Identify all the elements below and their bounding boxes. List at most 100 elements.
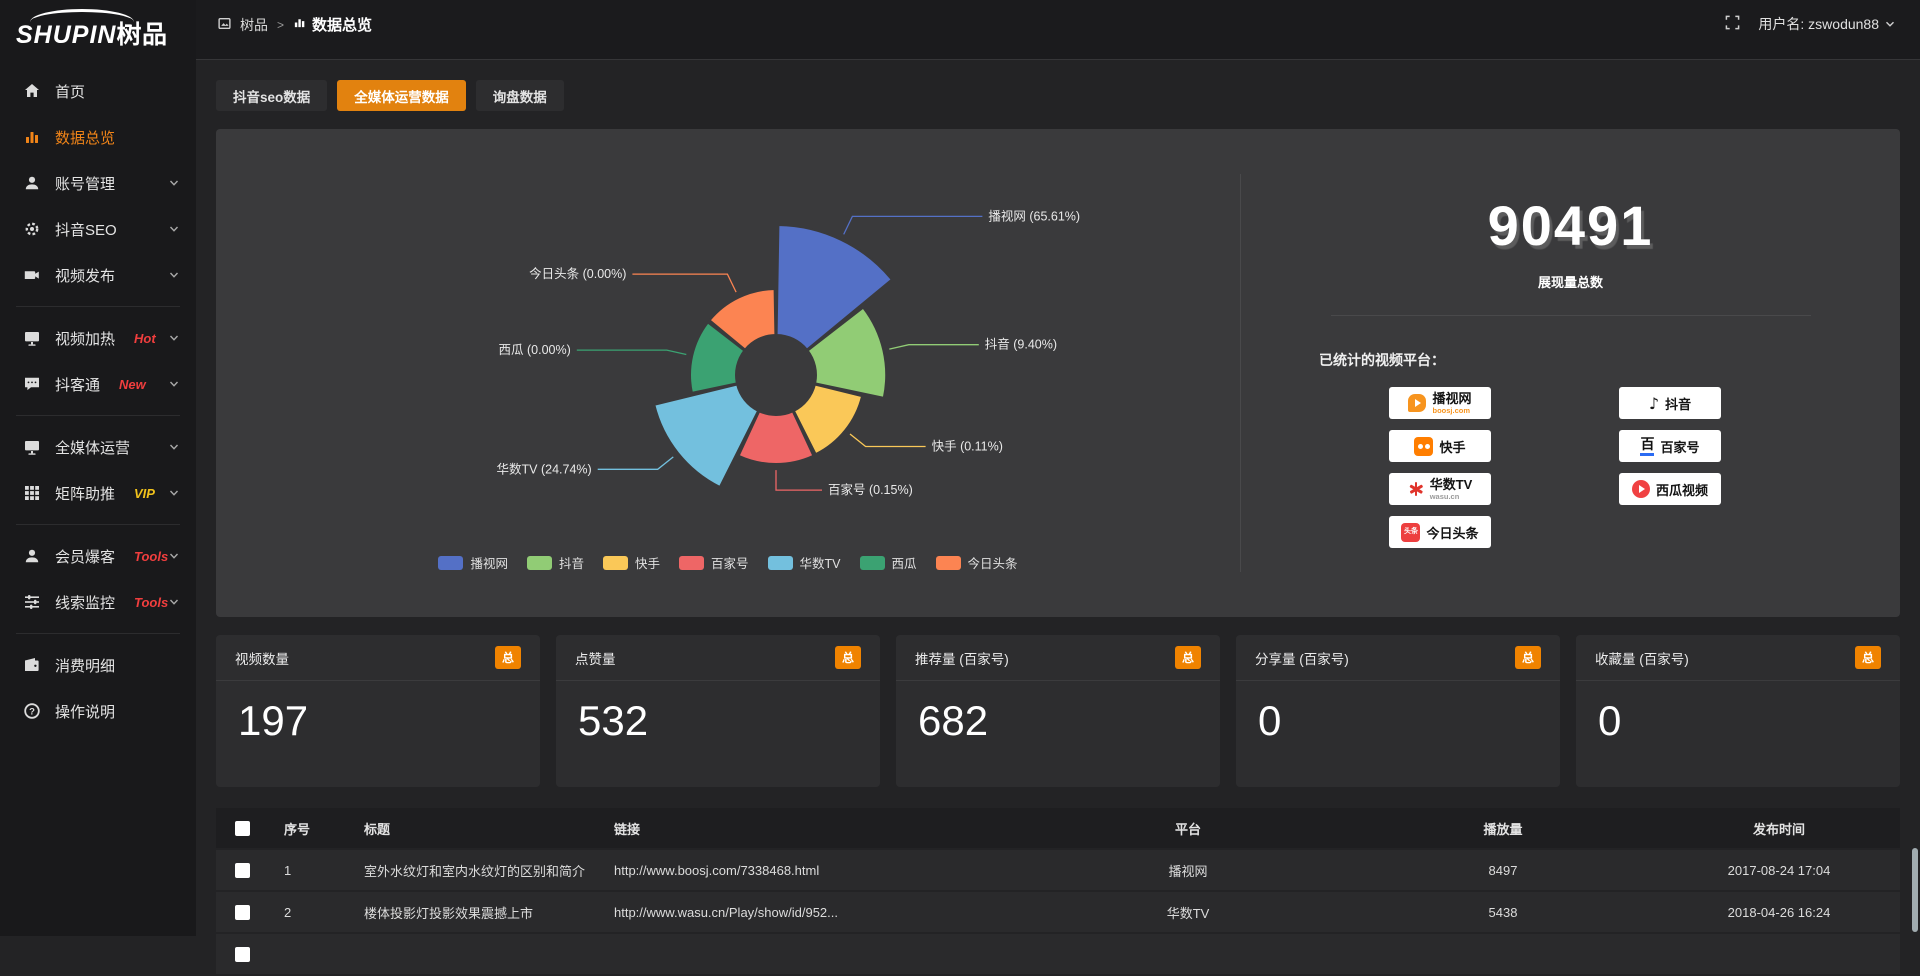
pie-slice-4[interactable] bbox=[654, 385, 758, 488]
tab-media-operation-data[interactable]: 全媒体运营数据 bbox=[337, 80, 466, 111]
breadcrumb-current-label: 数据总览 bbox=[312, 14, 372, 35]
pie-label-line-5 bbox=[577, 350, 687, 354]
sidebar-item-label: 视频发布 bbox=[55, 265, 115, 286]
grid-icon bbox=[22, 483, 42, 503]
sidebar-item-member-baoke[interactable]: 会员爆客Tools bbox=[0, 533, 196, 579]
tab-douyin-seo-data[interactable]: 抖音seo数据 bbox=[216, 80, 327, 111]
wallet-icon bbox=[22, 655, 42, 675]
question-icon: ? bbox=[22, 701, 42, 721]
sidebar-item-data-overview[interactable]: 数据总览 bbox=[0, 114, 196, 160]
pie-label-line-4 bbox=[598, 457, 674, 469]
user-menu[interactable]: 用户名: zswodun88 bbox=[1758, 14, 1896, 34]
cell-link[interactable]: http://www.wasu.cn/Play/show/id/952... bbox=[598, 892, 1028, 932]
platform-badge-kuaishou[interactable]: 快手 bbox=[1389, 430, 1491, 462]
sidebar-badge-vip: VIP bbox=[134, 486, 155, 501]
scrollbar-thumb[interactable] bbox=[1912, 848, 1918, 932]
sidebar-item-video-heat[interactable]: 视频加热Hot bbox=[0, 315, 196, 361]
legend-item-3[interactable]: 百家号 bbox=[679, 553, 749, 572]
user-icon bbox=[22, 546, 42, 566]
platform-badge-toutiao[interactable]: 头条今日头条 bbox=[1389, 516, 1491, 548]
gear-icon bbox=[22, 219, 42, 239]
platform-name: 华数TV bbox=[1430, 478, 1473, 491]
platform-badge-column-right: ♪抖音百百家号西瓜视频 bbox=[1619, 387, 1721, 548]
total-badge[interactable]: 总 bbox=[1855, 646, 1881, 669]
cell-link[interactable]: http://www.boosj.com/7338468.html bbox=[598, 850, 1028, 890]
total-badge[interactable]: 总 bbox=[835, 646, 861, 669]
legend-item-0[interactable]: 播视网 bbox=[438, 553, 508, 572]
pie-label-4: 华数TV (24.74%) bbox=[497, 461, 592, 476]
stat-card-header: 分享量 (百家号)总 bbox=[1236, 635, 1560, 681]
legend-swatch bbox=[860, 556, 885, 570]
sidebar-item-label: 首页 bbox=[55, 81, 85, 102]
sidebar-item-manual[interactable]: ?操作说明 bbox=[0, 688, 196, 734]
breadcrumb: 树品 > 数据总览 bbox=[218, 14, 372, 35]
menu-divider bbox=[16, 524, 180, 525]
sidebar-item-matrix-boost[interactable]: 矩阵助推 VIP bbox=[0, 470, 196, 516]
select-all-checkbox-cell bbox=[216, 808, 268, 848]
breadcrumb-root[interactable]: 树品 bbox=[240, 15, 268, 35]
sidebar-item-douyin-seo[interactable]: 抖音SEO bbox=[0, 206, 196, 252]
total-badge[interactable]: 总 bbox=[1515, 646, 1541, 669]
legend-item-6[interactable]: 今日头条 bbox=[936, 553, 1018, 572]
row-checkbox[interactable] bbox=[235, 863, 250, 878]
sidebar-item-home[interactable]: 首页 bbox=[0, 68, 196, 114]
platform-name: 抖音 bbox=[1665, 394, 1691, 413]
sliders-icon bbox=[22, 592, 42, 612]
table-row-2: 2楼体投影灯投影效果震撼上市http://www.wasu.cn/Play/sh… bbox=[216, 892, 1900, 932]
legend-item-1[interactable]: 抖音 bbox=[527, 553, 584, 572]
legend-item-4[interactable]: 华数TV bbox=[768, 553, 841, 572]
sidebar-item-label: 会员爆客 bbox=[55, 546, 115, 567]
menu-divider bbox=[16, 306, 180, 307]
tab-bar: 抖音seo数据全媒体运营数据询盘数据 bbox=[216, 80, 1900, 111]
breadcrumb-separator: > bbox=[277, 18, 284, 32]
row-checkbox[interactable] bbox=[235, 947, 250, 962]
sidebar-item-video-publish[interactable]: 视频发布 bbox=[0, 252, 196, 298]
pie-label-line-3 bbox=[776, 470, 822, 490]
column-header-2: 链接 bbox=[598, 808, 1028, 848]
legend-label: 播视网 bbox=[470, 553, 508, 572]
platform-subtext: boosj.com bbox=[1432, 407, 1470, 415]
total-badge[interactable]: 总 bbox=[1175, 646, 1201, 669]
tab-inquiry-data[interactable]: 询盘数据 bbox=[476, 80, 564, 111]
sidebar-item-account-manage[interactable]: 账号管理 bbox=[0, 160, 196, 206]
sidebar-item-consume-detail[interactable]: 消费明细 bbox=[0, 642, 196, 688]
platform-badge-baijia[interactable]: 百百家号 bbox=[1619, 430, 1721, 462]
toutiao-logo-icon: 头条 bbox=[1401, 523, 1420, 542]
legend-item-5[interactable]: 西瓜 bbox=[860, 553, 917, 572]
menu-divider bbox=[16, 415, 180, 416]
column-header-0: 序号 bbox=[268, 808, 348, 848]
row-checkbox[interactable] bbox=[235, 905, 250, 920]
stat-card-value: 532 bbox=[556, 681, 880, 745]
pie-label-2: 快手 (0.11%) bbox=[932, 440, 1003, 454]
chevron-down-icon bbox=[1884, 18, 1896, 30]
total-badge[interactable]: 总 bbox=[495, 646, 521, 669]
chevron-down-icon bbox=[168, 332, 180, 344]
select-all-checkbox[interactable] bbox=[235, 821, 250, 836]
sidebar-item-doketong[interactable]: 抖客通New bbox=[0, 361, 196, 407]
sidebar: SHUPIN树品 首页数据总览账号管理抖音SEO 视频发布视频加热Hot抖客通Ne… bbox=[0, 0, 196, 936]
platforms-label: 已统计的视频平台： bbox=[1319, 350, 1900, 370]
platform-badge-boosj[interactable]: 播视网boosj.com bbox=[1389, 387, 1491, 419]
app-logo[interactable]: SHUPIN树品 bbox=[0, 0, 196, 62]
sidebar-item-label: 消费明细 bbox=[55, 655, 115, 676]
platform-badge-xigua[interactable]: 西瓜视频 bbox=[1619, 473, 1721, 505]
monitor-icon bbox=[22, 437, 42, 457]
cell-title[interactable]: 室外水纹灯和室内水纹灯的区别和简介 bbox=[348, 850, 598, 890]
chevron-down-icon bbox=[168, 441, 180, 453]
pie-label-line-2 bbox=[850, 434, 926, 447]
cell-title[interactable]: 楼体投影灯投影效果震撼上市 bbox=[348, 892, 598, 932]
platform-badge-wasu[interactable]: 华数TVwasu.cn bbox=[1389, 473, 1491, 505]
platform-badge-douyin[interactable]: ♪抖音 bbox=[1619, 387, 1721, 419]
stat-card-value: 0 bbox=[1576, 681, 1900, 745]
sidebar-item-clue-monitor[interactable]: 线索监控Tools bbox=[0, 579, 196, 625]
fullscreen-icon[interactable] bbox=[1725, 15, 1740, 33]
chevron-down-icon bbox=[168, 487, 180, 499]
legend-item-2[interactable]: 快手 bbox=[603, 553, 660, 572]
sidebar-item-label: 线索监控 bbox=[55, 592, 115, 613]
platform-badge-column-left: 播视网boosj.com 快手华数TVwasu.cn 头条今日头条 bbox=[1389, 387, 1491, 548]
pie-label-1: 抖音 (9.40%) bbox=[985, 337, 1057, 352]
sidebar-item-media-operation[interactable]: 全媒体运营 bbox=[0, 424, 196, 470]
stat-card-label: 视频数量 bbox=[235, 648, 289, 668]
sidebar-item-label: 矩阵助推 bbox=[55, 483, 115, 504]
legend-swatch bbox=[527, 556, 552, 570]
